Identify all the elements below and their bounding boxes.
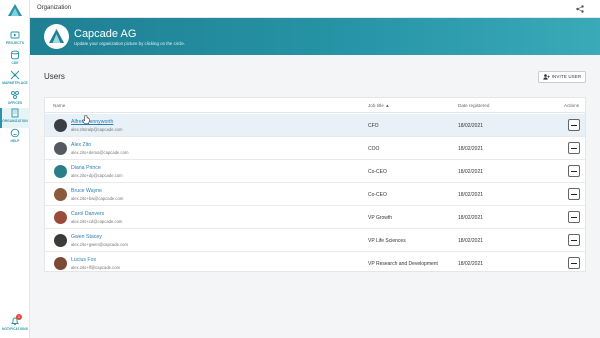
help-icon bbox=[10, 128, 20, 138]
column-header-actions: Actions bbox=[564, 103, 580, 108]
table-row[interactable]: Alex Zito alex.zito+demo@capcade.com COO… bbox=[45, 137, 585, 160]
avatar bbox=[54, 142, 67, 155]
date-registered: 18/02/2021 bbox=[458, 123, 484, 129]
date-registered: 18/02/2021 bbox=[458, 192, 484, 198]
users-heading: Users bbox=[44, 72, 65, 81]
user-email: alex.zito+lf@capcade.com bbox=[71, 265, 121, 270]
sidebar-item-organization[interactable]: ORGANIZATION bbox=[0, 108, 30, 128]
page-title: Organization bbox=[37, 5, 72, 11]
user-name-link[interactable]: Lucius Fox bbox=[71, 257, 96, 263]
sidebar-item-label: NOTIFICATIONS bbox=[2, 327, 28, 331]
avatar bbox=[54, 119, 67, 132]
capcade-logo-icon bbox=[49, 29, 64, 43]
table-row[interactable]: Alfred Pennyworth alex.zitoralp@capcade.… bbox=[45, 114, 585, 137]
column-header-job-title[interactable]: Job title ▲ bbox=[368, 103, 390, 108]
users-table: Name Job title ▲ Date registered Actions… bbox=[44, 97, 586, 272]
job-title: VP Growth bbox=[368, 215, 393, 221]
user-email: alex.zitoralp@capcade.com bbox=[71, 127, 123, 132]
user-email: alex.zito+dp@capcade.com bbox=[71, 173, 123, 178]
sidebar-item-label: ORGANIZATION bbox=[2, 119, 28, 123]
job-title: COO bbox=[368, 146, 380, 152]
column-header-date-registered[interactable]: Date registered bbox=[458, 103, 489, 108]
sidebar-item-label: HELP bbox=[10, 139, 20, 143]
organization-picture[interactable] bbox=[44, 24, 69, 49]
organization-name: Capcade AG bbox=[74, 28, 137, 40]
user-name-link[interactable]: Alex Zito bbox=[71, 142, 91, 148]
table-row[interactable]: Bruce Wayne alex.zito+bw@capcade.com Co-… bbox=[45, 183, 585, 206]
job-title: CFO bbox=[368, 123, 379, 129]
user-name-link[interactable]: Gwen Stacey bbox=[71, 234, 102, 240]
user-name-link[interactable]: Bruce Wayne bbox=[71, 188, 102, 194]
share-icon[interactable] bbox=[575, 4, 585, 14]
table-row[interactable]: Gwen Stacey alex.zito+gwen@capcade.com V… bbox=[45, 229, 585, 252]
sidebar-item-notifications[interactable]: 1 NOTIFICATIONS bbox=[0, 314, 30, 336]
sidebar-item-projects[interactable]: PROJECTS bbox=[0, 30, 30, 50]
sidebar-item-label: PROJECTS bbox=[6, 41, 24, 45]
user-name-link[interactable]: Diana Prince bbox=[71, 165, 101, 171]
sidebar-item-help[interactable]: HELP bbox=[0, 128, 30, 148]
column-header-name[interactable]: Name bbox=[53, 103, 65, 108]
organization-icon bbox=[11, 108, 19, 118]
date-registered: 18/02/2021 bbox=[458, 238, 484, 244]
invite-user-label: INVITE USER bbox=[551, 74, 582, 79]
sidebar-item-offices[interactable]: OFFICES bbox=[0, 90, 30, 110]
sidebar-item-marketplace[interactable]: MARKETPLACE bbox=[0, 70, 30, 90]
avatar bbox=[54, 188, 67, 201]
notification-count-badge: 1 bbox=[16, 314, 22, 320]
user-email: alex.zito+demo@capcade.com bbox=[71, 150, 129, 155]
date-registered: 18/02/2021 bbox=[458, 146, 484, 152]
date-registered: 18/02/2021 bbox=[458, 169, 484, 175]
avatar bbox=[54, 165, 67, 178]
row-actions-button[interactable] bbox=[568, 119, 580, 131]
table-header: Name Job title ▲ Date registered Actions bbox=[45, 98, 585, 113]
table-row[interactable]: Carol Danvers alex.zito+cd@capcade.com V… bbox=[45, 206, 585, 229]
invite-user-button[interactable]: INVITE USER bbox=[538, 71, 586, 83]
job-title: VP Life Sciences bbox=[368, 238, 406, 244]
user-email: alex.zito+bw@capcade.com bbox=[71, 196, 124, 201]
table-row[interactable]: Lucius Fox alex.zito+lf@capcade.com VP R… bbox=[45, 252, 585, 275]
row-actions-button[interactable] bbox=[568, 142, 580, 154]
row-actions-button[interactable] bbox=[568, 188, 580, 200]
user-name-link[interactable]: Carol Danvers bbox=[71, 211, 104, 217]
job-title: VP Research and Development bbox=[368, 261, 438, 267]
sidebar-item-cde[interactable]: CDE bbox=[0, 50, 30, 70]
job-title: Co-CEO bbox=[368, 192, 387, 198]
date-registered: 18/02/2021 bbox=[458, 261, 484, 267]
cde-icon bbox=[11, 50, 19, 60]
sidebar-item-label: MARKETPLACE bbox=[2, 81, 28, 85]
hand-cursor-icon bbox=[82, 115, 90, 125]
user-name-link[interactable]: Alfred Pennyworth bbox=[71, 119, 113, 125]
organization-banner: Capcade AG Update your organization pict… bbox=[30, 18, 600, 55]
avatar bbox=[54, 234, 67, 247]
offices-icon bbox=[11, 91, 19, 99]
capcade-logo-icon[interactable] bbox=[8, 4, 22, 16]
row-actions-button[interactable] bbox=[568, 211, 580, 223]
add-user-icon bbox=[542, 74, 550, 80]
job-title: Co-CEO bbox=[368, 169, 387, 175]
projects-icon bbox=[10, 31, 20, 39]
marketplace-icon bbox=[10, 70, 20, 80]
row-actions-button[interactable] bbox=[568, 234, 580, 246]
sidebar-item-label: OFFICES bbox=[7, 101, 23, 105]
top-bar: Organization bbox=[30, 0, 600, 18]
row-actions-button[interactable] bbox=[568, 257, 580, 269]
table-row[interactable]: Diana Prince alex.zito+dp@capcade.com Co… bbox=[45, 160, 585, 183]
date-registered: 18/02/2021 bbox=[458, 215, 484, 221]
avatar bbox=[54, 211, 67, 224]
user-email: alex.zito+cd@capcade.com bbox=[71, 219, 123, 224]
sidebar-item-label: CDE bbox=[11, 61, 19, 65]
sidebar: PROJECTS CDE MARKETPLACE OFFICES ORGANIZ… bbox=[0, 0, 30, 338]
avatar bbox=[54, 257, 67, 270]
row-actions-button[interactable] bbox=[568, 165, 580, 177]
organization-hint: Update your organization picture by clic… bbox=[74, 41, 186, 46]
user-email: alex.zito+gwen@capcade.com bbox=[71, 242, 128, 247]
